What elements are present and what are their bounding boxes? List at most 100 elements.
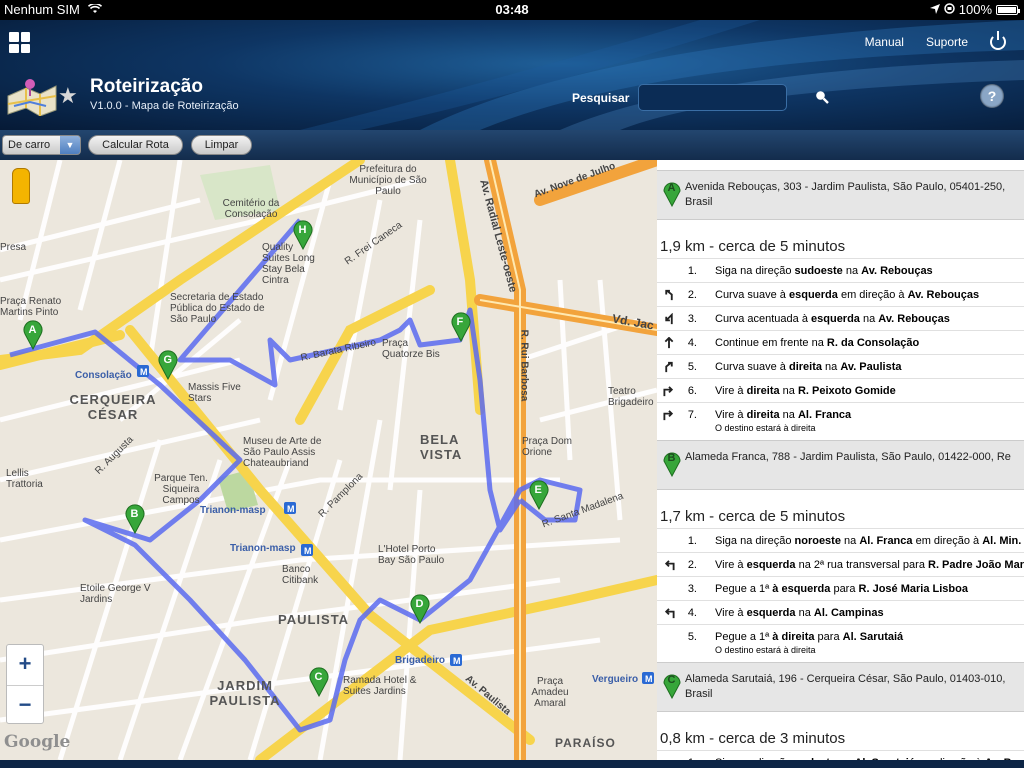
map-label: Consolação — [75, 370, 132, 381]
step-text: em direção à — [837, 289, 908, 301]
travel-mode-select[interactable]: De carro ▼ — [2, 135, 81, 155]
map-label: Cemitério da Consolação — [222, 198, 280, 220]
step-text: Curva suave à — [715, 361, 789, 373]
calculate-route-button[interactable]: Calcular Rota — [88, 135, 183, 155]
manual-link[interactable]: Manual — [865, 35, 904, 49]
direction-step[interactable]: 1.Siga na direção sudeste na Al. Sarutai… — [657, 750, 1024, 760]
step-emphasis: esquerda — [788, 289, 838, 301]
street-label: R. Frei Caneca — [342, 219, 405, 268]
step-text: em direção à — [912, 535, 983, 547]
step-instruction: Curva acentuada à esquerda na Av. Rebouç… — [715, 313, 950, 325]
step-note: O destino estará à direita — [715, 645, 816, 655]
step-text: Vire à — [715, 559, 747, 571]
step-number: 3. — [687, 583, 697, 595]
direction-step[interactable]: 1. Siga na direção sudoeste na Av. Rebouç… — [657, 258, 1024, 282]
apps-grid-icon[interactable] — [9, 32, 30, 53]
step-emphasis: Al. Min. — [982, 535, 1022, 547]
support-link[interactable]: Suporte — [926, 35, 968, 49]
chevron-down-icon: ▼ — [60, 136, 80, 154]
district-label: PARAÍSO — [555, 736, 616, 750]
direction-step[interactable]: 2. Curva suave à esquerda em direção à Av… — [657, 282, 1024, 306]
power-icon[interactable] — [990, 31, 1006, 50]
step-text: Siga na direção — [715, 535, 795, 547]
step-emphasis: esquerda — [746, 607, 796, 619]
marker-letter: D — [416, 598, 424, 610]
direction-step[interactable]: 4. Vire à esquerda na Al. Campinas — [657, 600, 1024, 624]
step-number: 6. — [687, 385, 697, 397]
zoom-out-button[interactable]: − — [7, 685, 43, 725]
map-label: Prefeitura do Município de São Paulo — [349, 164, 427, 197]
turn-left-icon — [664, 608, 675, 619]
map-label: Brigadeiro — [395, 655, 446, 666]
waypoint-header[interactable]: A Avenida Rebouças, 303 - Jardim Paulist… — [657, 170, 1024, 220]
clock: 03:48 — [495, 2, 529, 17]
map-label: Secretaria de Estado Pública do Estado d… — [170, 292, 265, 325]
step-text: na — [822, 361, 841, 373]
location-icon — [929, 2, 940, 17]
step-list: 1.Siga na direção sudeste na Al. Sarutai… — [657, 750, 1024, 760]
direction-step[interactable]: 5. Pegue a 1ª à direita para Al. Sarutaiá… — [657, 624, 1024, 656]
straight-icon — [664, 337, 674, 349]
turn-sharp-left-icon — [665, 313, 673, 325]
app-subtitle: V1.0.0 - Mapa de Roteirização — [90, 100, 239, 112]
map-label: Museu de Arte de São Paulo Assis Chateau… — [243, 436, 322, 469]
turn-right-icon — [663, 410, 674, 421]
battery-percent: 100% — [958, 2, 992, 17]
step-text: na — [840, 535, 860, 547]
map-view[interactable]: M M M M M Cemitério da Consolação Prefei… — [0, 160, 657, 760]
direction-step[interactable]: 3. Curva acentuada à esquerda na Av. Rebo… — [657, 306, 1024, 330]
step-text: Curva acentuada à — [715, 313, 812, 325]
street-view-pegman-icon[interactable] — [12, 168, 30, 204]
marker-letter: E — [535, 484, 542, 496]
step-instruction: Vire à esquerda na Al. Campinas — [715, 607, 884, 619]
map-label: Banco Citibank — [282, 564, 319, 586]
step-number: 2. — [687, 289, 697, 301]
directions-panel[interactable]: A Avenida Rebouças, 303 - Jardim Paulist… — [657, 160, 1024, 760]
step-emphasis: Av. Paulista — [840, 361, 902, 373]
step-instruction: Vire à direita na R. Peixoto Gomide — [715, 385, 896, 397]
search-icon[interactable] — [815, 90, 829, 104]
step-text: Vire à — [715, 385, 747, 397]
favorite-star-icon[interactable]: ★ — [58, 83, 78, 109]
zoom-in-button[interactable]: + — [7, 645, 43, 685]
marker-letter: F — [457, 316, 464, 328]
marker-pin-icon: A — [663, 182, 681, 207]
map-label: Trianon-masp — [200, 505, 266, 516]
step-text: na — [779, 409, 798, 421]
marker-letter: B — [668, 452, 676, 464]
search-input[interactable] — [638, 84, 787, 111]
step-instruction: Curva suave à direita na Av. Paulista — [715, 361, 902, 373]
marker-pin-icon: B — [663, 452, 681, 477]
direction-step[interactable]: 6. Vire à direita na R. Peixoto Gomide — [657, 378, 1024, 402]
step-text: na 2ª rua transversal para — [795, 559, 928, 571]
direction-step[interactable]: 1. Siga na direção noroeste na Al. Franca… — [657, 528, 1024, 552]
map-label: Etoile George V Jardins — [80, 583, 151, 605]
map-label: Praça Dom Orione — [522, 436, 573, 458]
help-button[interactable]: ? — [980, 84, 1004, 108]
step-text: para — [830, 583, 859, 595]
turn-right-icon — [663, 386, 674, 397]
step-instruction: Pegue a 1ª à direita para Al. Sarutaiá — [715, 631, 903, 643]
direction-step[interactable]: 2. Vire à esquerda na 2ª rua transversal … — [657, 552, 1024, 576]
map-label: L'Hotel Porto Bay São Paulo — [378, 544, 445, 566]
clear-button[interactable]: Limpar — [191, 135, 252, 155]
leg-summary: 0,8 km - cerca de 3 minutos — [660, 730, 846, 747]
travel-mode-value: De carro — [8, 139, 51, 151]
marker-letter: G — [164, 354, 173, 366]
waypoint-header[interactable]: C Alameda Sarutaiá, 196 - Cerqueira Césa… — [657, 662, 1024, 712]
step-number: 5. — [687, 631, 697, 643]
direction-step[interactable]: 4. Continue em frente na R. da Consolação — [657, 330, 1024, 354]
turn-left-icon — [664, 560, 675, 571]
step-text: Pegue a 1ª — [715, 631, 773, 643]
step-emphasis: Al. Franca — [859, 535, 913, 547]
step-number: 4. — [687, 337, 697, 349]
direction-step[interactable]: 3. Pegue a 1ª à esquerda para R. José Mar… — [657, 576, 1024, 600]
direction-step[interactable]: 7. Vire à direita na Al. Franca O destino … — [657, 402, 1024, 434]
zoom-control: + − — [6, 644, 44, 724]
step-emphasis: à direita — [772, 631, 815, 643]
direction-step[interactable]: 5. Curva suave à direita na Av. Paulista — [657, 354, 1024, 378]
step-emphasis: R. Peixoto Gomide — [797, 385, 896, 397]
waypoint-header[interactable]: B Alameda Franca, 788 - Jardim Paulista,… — [657, 440, 1024, 490]
street-label: R. Rui Barbosa — [518, 329, 530, 402]
map-app-icon — [7, 79, 57, 116]
